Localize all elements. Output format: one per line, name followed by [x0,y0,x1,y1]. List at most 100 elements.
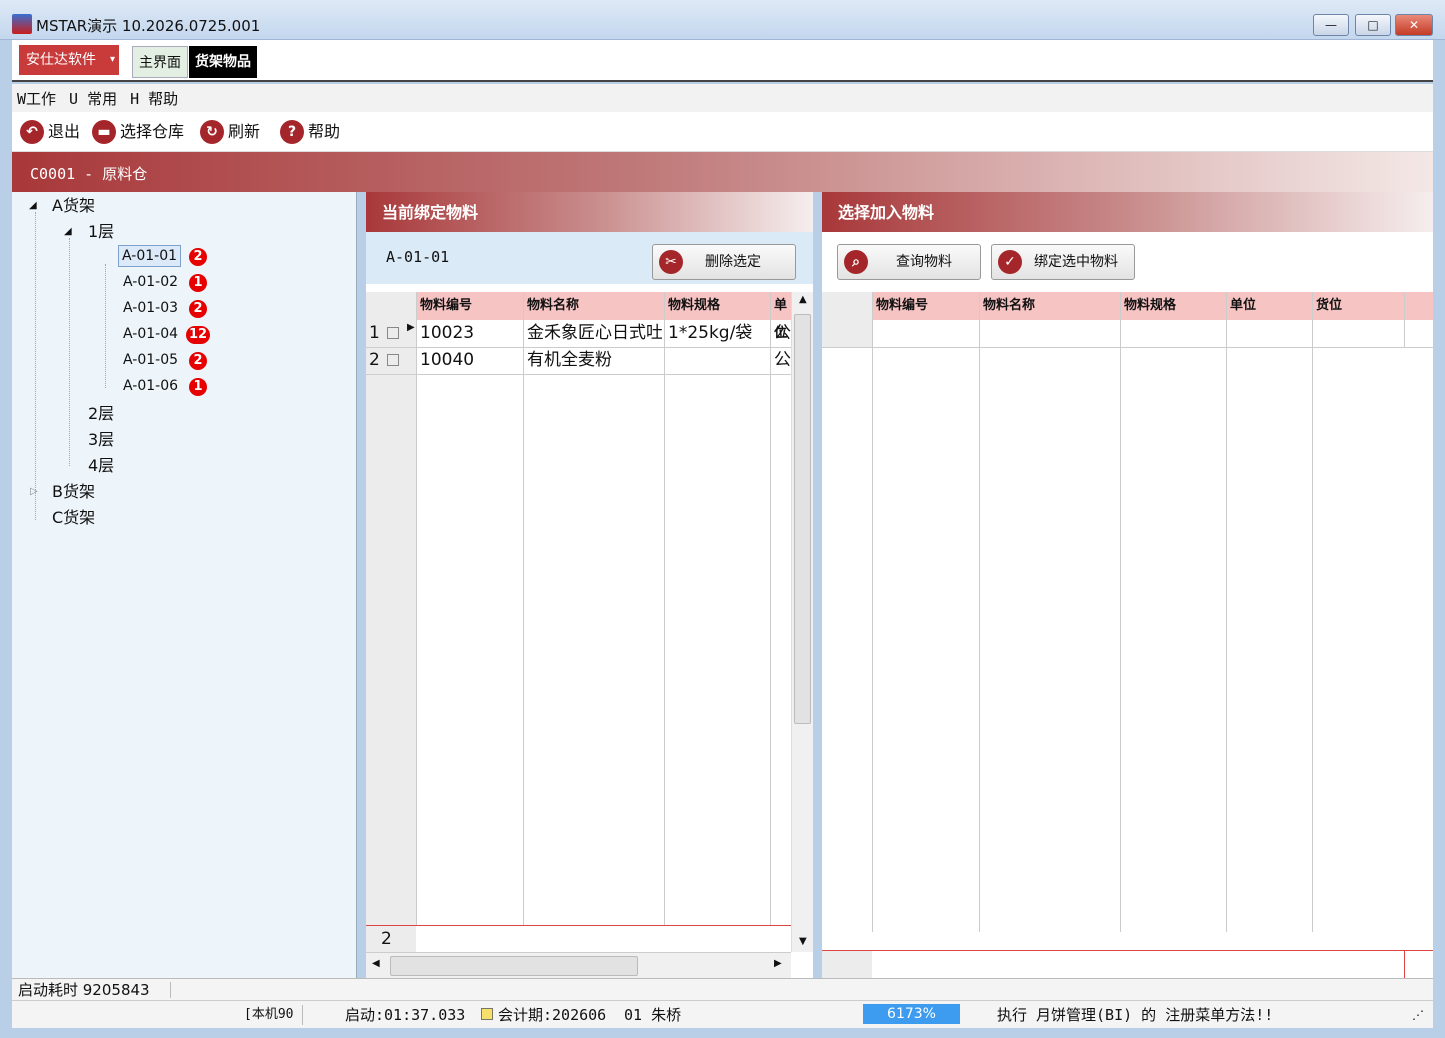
column-header[interactable]: 单位 [1226,292,1256,320]
collapse-icon[interactable]: ▷ [30,482,38,502]
resize-grip-icon[interactable]: ⋰ [1412,1001,1424,1029]
delete-selected-label: 删除选定 [705,254,761,270]
cell-spec: 1*25kg/袋 [668,323,753,343]
tree-node-position[interactable]: A-01-01 [118,245,182,267]
table-row[interactable]: 1 ▶ 10023 金禾象匠心日式吐 1*25kg/袋 公 [366,320,791,347]
shelf-tree: ◢ A货架 ◢ 1层 A-01-01 2 A-01-02 1 A-01-03 2… [12,192,357,978]
bound-materials-title: 当前绑定物料 [366,192,813,232]
bind-selected-button[interactable]: ✓ 绑定选中物料 [991,244,1135,280]
help-label: 帮助 [308,122,341,141]
exit-icon: ↶ [20,120,44,144]
count-badge: 2 [189,352,207,370]
tree-node-shelf-b[interactable]: B货架 [52,482,95,502]
count-badge: 12 [186,326,211,344]
bound-materials-panel: 当前绑定物料 A-01-01 ✂ 删除选定 物料编号 物料名称 物料规格 单位 … [366,192,813,978]
maximize-button[interactable]: □ [1355,14,1391,36]
app-logo-icon [12,14,32,34]
column-header[interactable]: 货位 [1312,292,1342,320]
tree-node-shelf-a[interactable]: A货架 [52,196,95,216]
help-icon: ? [280,120,304,144]
row-number: 1 [369,323,380,343]
scroll-thumb[interactable] [794,314,811,724]
select-grid-header: 物料编号 物料名称 物料规格 单位 货位 [822,292,1433,320]
vertical-scrollbar[interactable]: ▲ ▼ [791,292,813,952]
accounting-period: 会计期:202606 [498,1006,607,1024]
query-materials-label: 查询物料 [896,254,952,270]
select-materials-panel: 选择加入物料 ⌕ 查询物料 ✓ 绑定选中物料 物料编号 物料名称 物料规格 单位… [822,192,1433,978]
select-grid-footer [822,950,1433,978]
column-header[interactable]: 物料规格 [664,292,720,320]
select-warehouse-button[interactable]: ▬ 选择仓库 [92,120,184,144]
expand-icon[interactable]: ◢ [29,196,37,216]
select-materials-title: 选择加入物料 [822,192,1433,232]
cell-unit: 公 [774,323,791,343]
refresh-label: 刷新 [228,122,261,141]
company-selector[interactable]: 安仕达软件 ▾ [19,45,119,75]
search-icon: ⌕ [844,250,868,274]
expand-icon[interactable]: ◢ [64,222,72,242]
row-checkbox[interactable] [387,354,399,366]
column-header[interactable]: 物料名称 [523,292,579,320]
warehouse-header: C0001 - 原料仓 [12,152,1433,192]
scissors-icon: ✂ [659,250,683,274]
help-button[interactable]: ? 帮助 [280,120,340,144]
top-tab-bar: 安仕达软件 ▾ 主界面 货架物品 [12,40,1433,82]
exit-button[interactable]: ↶ 退出 [20,120,80,144]
tree-node-position[interactable]: A-01-06 [123,376,178,396]
horizontal-scrollbar[interactable]: ◀ ▶ [366,952,791,978]
scroll-thumb[interactable] [390,956,638,976]
query-materials-button[interactable]: ⌕ 查询物料 [837,244,981,280]
tree-node-position[interactable]: A-01-03 [123,298,178,318]
scroll-right-icon[interactable]: ▶ [774,958,782,969]
refresh-button[interactable]: ↻ 刷新 [200,120,260,144]
table-row[interactable]: 2 10040 有机全麦粉 公 [366,347,791,374]
tree-node-floor-1[interactable]: 1层 [88,222,114,242]
tree-node-position[interactable]: A-01-02 [123,272,178,292]
menu-work[interactable]: W工作 [17,90,56,108]
bound-grid-header: 物料编号 物料名称 物料规格 单位 [366,292,791,341]
status-message: 执行 月饼管理(BI) 的 注册菜单方法!! [997,1006,1274,1024]
cell-code: 10023 [420,323,475,343]
column-header[interactable]: 物料名称 [979,292,1035,320]
window-title: MSTAR演示 10.2026.0725.001 [36,17,261,35]
row-checkbox[interactable] [387,327,399,339]
menu-common[interactable]: U 常用 [69,90,117,108]
scroll-up-icon[interactable]: ▲ [799,294,807,305]
status-bar-bottom: [本机90 启动:01:37.033 会计期:202606 01 朱桥 6173… [12,1000,1433,1028]
column-header[interactable]: 物料编号 [416,292,472,320]
tree-node-position[interactable]: A-01-04 [123,324,178,344]
exit-label: 退出 [48,122,81,141]
refresh-icon: ↻ [200,120,224,144]
cell-unit: 公 [774,350,791,370]
current-user: 01 朱桥 [624,1006,682,1024]
status-bar-top: 启动耗时 9205843 [12,978,1433,1000]
scroll-left-icon[interactable]: ◀ [372,958,380,969]
column-header[interactable]: 物料编号 [872,292,928,320]
menu-bar: W工作 U 常用 H 帮助 [12,84,1433,112]
cell-name: 有机全麦粉 [527,350,612,370]
current-position: A-01-01 [386,248,450,266]
machine-info: [本机90 [244,1007,294,1022]
tab-main[interactable]: 主界面 [132,46,188,78]
tree-node-shelf-c[interactable]: C货架 [52,508,95,528]
scroll-down-icon[interactable]: ▼ [799,936,807,947]
boot-time: 启动:01:37.033 [345,1006,466,1024]
count-badge: 2 [189,300,207,318]
close-button[interactable]: ✕ [1395,14,1433,36]
cell-name: 金禾象匠心日式吐 [527,323,662,343]
minimize-button[interactable]: — [1313,14,1349,36]
menu-help[interactable]: H 帮助 [130,90,178,108]
count-badge: 1 [189,378,207,396]
toolbar: ↶ 退出 ▬ 选择仓库 ↻ 刷新 ? 帮助 [12,112,1433,152]
tab-shelf-goods[interactable]: 货架物品 [189,46,257,78]
delete-selected-button[interactable]: ✂ 删除选定 [652,244,796,280]
tree-node-floor-2[interactable]: 2层 [88,404,114,424]
cell-code: 10040 [420,350,475,370]
tree-node-floor-4[interactable]: 4层 [88,456,114,476]
tree-node-floor-3[interactable]: 3层 [88,430,114,450]
company-label: 安仕达软件 [26,52,96,68]
column-header[interactable]: 物料规格 [1120,292,1176,320]
chevron-down-icon: ▾ [109,54,115,65]
tree-node-position[interactable]: A-01-05 [123,350,178,370]
bound-toolbar: A-01-01 ✂ 删除选定 [366,232,813,284]
